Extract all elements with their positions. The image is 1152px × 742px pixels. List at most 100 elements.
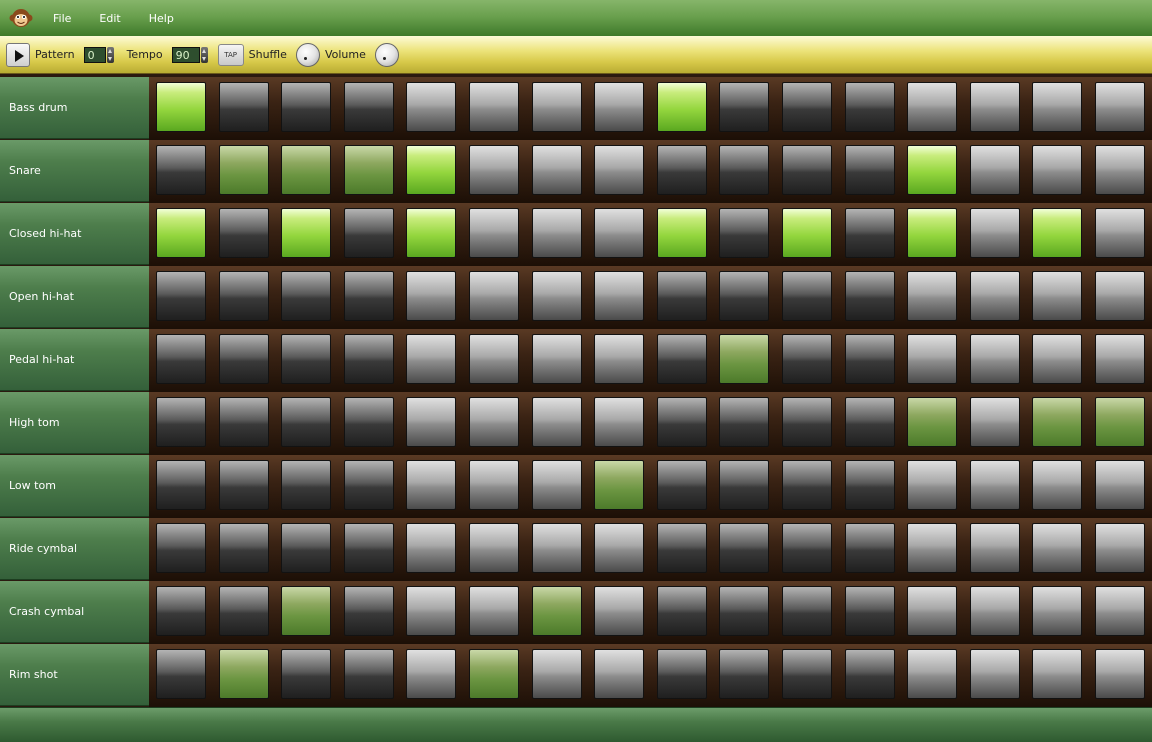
- step-button[interactable]: [782, 460, 832, 510]
- step-button[interactable]: [907, 208, 958, 258]
- step-button[interactable]: [969, 397, 1020, 447]
- step-button[interactable]: [656, 145, 707, 195]
- step-button[interactable]: [782, 649, 832, 699]
- step-button[interactable]: [156, 208, 206, 258]
- track-label[interactable]: Snare: [0, 140, 149, 202]
- track-label[interactable]: Bass drum: [0, 77, 149, 139]
- step-button[interactable]: [656, 460, 707, 510]
- step-button[interactable]: [782, 397, 832, 447]
- step-button[interactable]: [907, 334, 958, 384]
- track-label[interactable]: High tom: [0, 392, 149, 454]
- step-button[interactable]: [469, 397, 519, 447]
- step-button[interactable]: [156, 145, 206, 195]
- step-button[interactable]: [656, 586, 707, 636]
- step-button[interactable]: [969, 649, 1020, 699]
- step-button[interactable]: [531, 397, 582, 447]
- track-label[interactable]: Low tom: [0, 455, 149, 517]
- step-button[interactable]: [719, 460, 770, 510]
- step-button[interactable]: [531, 649, 582, 699]
- step-button[interactable]: [343, 649, 394, 699]
- step-button[interactable]: [1095, 208, 1145, 258]
- step-button[interactable]: [1032, 82, 1083, 132]
- step-button[interactable]: [844, 208, 895, 258]
- step-button[interactable]: [656, 271, 707, 321]
- shuffle-knob[interactable]: [295, 42, 320, 67]
- step-button[interactable]: [907, 586, 958, 636]
- step-button[interactable]: [218, 82, 269, 132]
- menu-edit[interactable]: Edit: [99, 12, 120, 25]
- step-button[interactable]: [1095, 397, 1145, 447]
- track-label[interactable]: Crash cymbal: [0, 581, 149, 643]
- step-button[interactable]: [907, 649, 958, 699]
- step-button[interactable]: [719, 586, 770, 636]
- step-button[interactable]: [656, 82, 707, 132]
- step-button[interactable]: [656, 334, 707, 384]
- step-button[interactable]: [469, 460, 519, 510]
- step-button[interactable]: [656, 649, 707, 699]
- tempo-spin-arrows-icon[interactable]: [200, 46, 208, 63]
- step-button[interactable]: [406, 523, 457, 573]
- step-button[interactable]: [531, 208, 582, 258]
- step-button[interactable]: [782, 334, 832, 384]
- step-button[interactable]: [1095, 460, 1145, 510]
- step-button[interactable]: [469, 523, 519, 573]
- menu-file[interactable]: File: [53, 12, 71, 25]
- step-button[interactable]: [594, 271, 645, 321]
- step-button[interactable]: [594, 82, 645, 132]
- step-button[interactable]: [406, 208, 457, 258]
- step-button[interactable]: [531, 271, 582, 321]
- step-button[interactable]: [218, 334, 269, 384]
- pattern-spin-arrows-icon[interactable]: [106, 46, 114, 63]
- step-button[interactable]: [281, 586, 332, 636]
- step-button[interactable]: [1032, 586, 1083, 636]
- step-button[interactable]: [343, 271, 394, 321]
- step-button[interactable]: [969, 523, 1020, 573]
- step-button[interactable]: [844, 397, 895, 447]
- play-button[interactable]: [6, 42, 30, 67]
- step-button[interactable]: [656, 523, 707, 573]
- tempo-value[interactable]: 90: [171, 46, 200, 63]
- step-button[interactable]: [531, 82, 582, 132]
- menu-help[interactable]: Help: [149, 12, 174, 25]
- step-button[interactable]: [156, 649, 206, 699]
- step-button[interactable]: [1095, 523, 1145, 573]
- step-button[interactable]: [218, 460, 269, 510]
- step-button[interactable]: [719, 397, 770, 447]
- step-button[interactable]: [531, 523, 582, 573]
- step-button[interactable]: [1032, 523, 1083, 573]
- step-button[interactable]: [343, 523, 394, 573]
- step-button[interactable]: [218, 397, 269, 447]
- step-button[interactable]: [782, 271, 832, 321]
- step-button[interactable]: [969, 460, 1020, 510]
- step-button[interactable]: [782, 145, 832, 195]
- step-button[interactable]: [656, 397, 707, 447]
- step-button[interactable]: [1032, 145, 1083, 195]
- step-button[interactable]: [907, 82, 958, 132]
- step-button[interactable]: [907, 460, 958, 510]
- step-button[interactable]: [218, 586, 269, 636]
- step-button[interactable]: [343, 145, 394, 195]
- step-button[interactable]: [218, 208, 269, 258]
- step-button[interactable]: [281, 82, 332, 132]
- step-button[interactable]: [969, 586, 1020, 636]
- step-button[interactable]: [343, 334, 394, 384]
- step-button[interactable]: [1095, 334, 1145, 384]
- step-button[interactable]: [1095, 82, 1145, 132]
- step-button[interactable]: [531, 145, 582, 195]
- step-button[interactable]: [406, 460, 457, 510]
- step-button[interactable]: [969, 145, 1020, 195]
- step-button[interactable]: [281, 649, 332, 699]
- step-button[interactable]: [469, 145, 519, 195]
- step-button[interactable]: [844, 334, 895, 384]
- step-button[interactable]: [844, 145, 895, 195]
- step-button[interactable]: [1032, 397, 1083, 447]
- step-button[interactable]: [844, 82, 895, 132]
- step-button[interactable]: [594, 523, 645, 573]
- step-button[interactable]: [156, 460, 206, 510]
- step-button[interactable]: [1095, 649, 1145, 699]
- track-label[interactable]: Ride cymbal: [0, 518, 149, 580]
- step-button[interactable]: [719, 82, 770, 132]
- step-button[interactable]: [469, 82, 519, 132]
- step-button[interactable]: [907, 145, 958, 195]
- step-button[interactable]: [218, 145, 269, 195]
